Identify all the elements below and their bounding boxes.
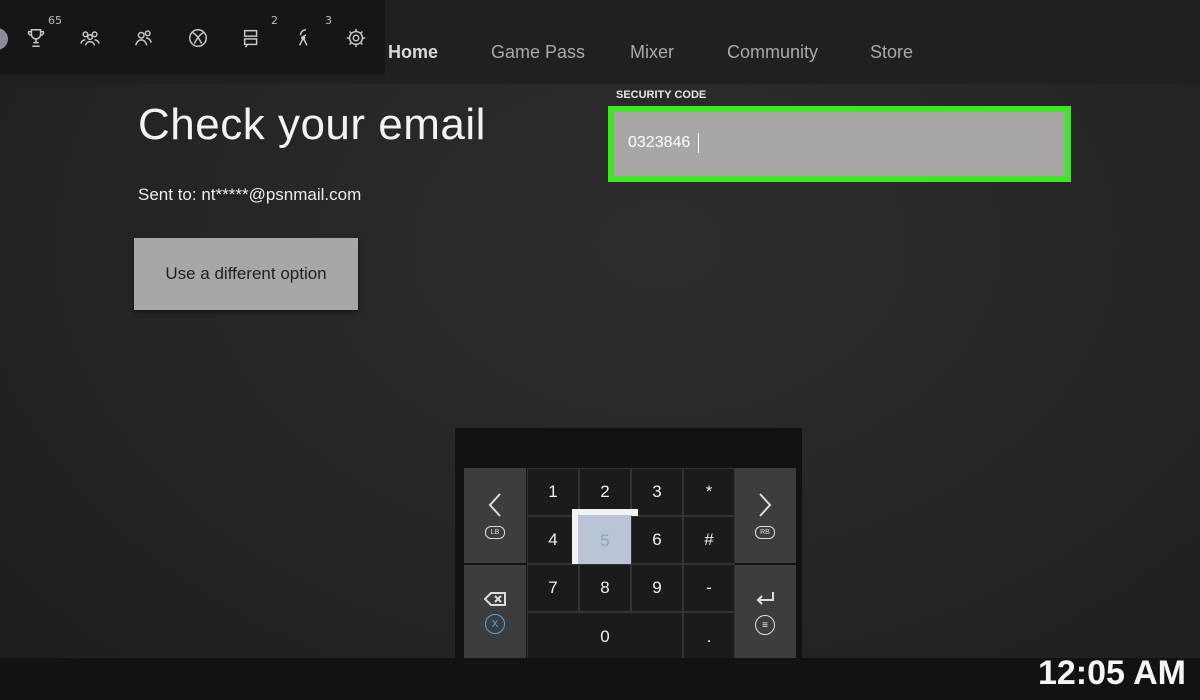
keypad-forward-key[interactable]: RB [734,468,796,563]
tab-mixer[interactable]: Mixer [630,42,674,63]
menu-button-icon: ≡ [755,615,775,635]
key-hash[interactable]: # [683,516,735,564]
rb-button-icon: RB [755,526,775,539]
key-3[interactable]: 3 [631,468,683,516]
page-title: Check your email [138,100,486,149]
tab-home[interactable]: Home [388,42,438,63]
broadcast-icon[interactable]: 3 [290,14,332,54]
messages-icon[interactable]: 2 [236,14,278,54]
broadcast-badge: 3 [325,14,332,27]
text-caret [698,133,699,153]
achievements-badge: 65 [48,14,62,27]
key-8[interactable]: 8 [579,564,631,612]
keypad-back-key[interactable]: LB [464,468,526,563]
clock: 12:05 AM [1037,654,1186,692]
key-dash[interactable]: - [683,564,735,612]
key-6[interactable]: 6 [631,516,683,564]
x-button-icon: X [485,614,505,634]
achievements-icon[interactable]: 65 [20,14,62,54]
bottom-bar [0,658,1200,700]
tab-store[interactable]: Store [870,42,913,63]
tab-community[interactable]: Community [727,42,818,63]
sent-to-text: Sent to: nt*****@psnmail.com [138,185,362,204]
use-different-option-button[interactable]: Use a different option [134,238,358,310]
xbox-icon[interactable] [182,22,214,54]
settings-icon[interactable] [340,22,372,54]
lb-button-icon: LB [485,526,505,539]
security-code-label: SECURITY CODE [616,89,707,101]
enter-icon [756,592,774,605]
friends-icon[interactable] [74,22,106,54]
security-code-value: 0323846 [628,134,691,151]
avatar[interactable] [0,28,8,50]
chevron-left-icon [488,493,501,517]
key-7[interactable]: 7 [527,564,579,612]
key-5-selected[interactable]: 5 [572,509,638,572]
backspace-icon [484,592,506,606]
messages-badge: 2 [271,14,278,27]
key-9[interactable]: 9 [631,564,683,612]
key-dot[interactable]: . [683,612,735,662]
numeric-keypad: LB X RB ≡ 1 2 3 * 4 5 6 # 7 8 9 - 0 . [455,428,802,664]
chevron-right-icon [759,493,772,517]
key-star[interactable]: * [683,468,735,516]
tab-game-pass[interactable]: Game Pass [491,42,585,63]
key-0[interactable]: 0 [527,612,683,662]
keypad-enter-key[interactable]: ≡ [734,565,796,661]
keypad-backspace-key[interactable]: X [464,565,526,661]
security-code-field[interactable]: 0323846 [608,106,1071,182]
guide-icon-bar: 65 2 3 [0,0,385,74]
party-icon[interactable] [128,22,160,54]
